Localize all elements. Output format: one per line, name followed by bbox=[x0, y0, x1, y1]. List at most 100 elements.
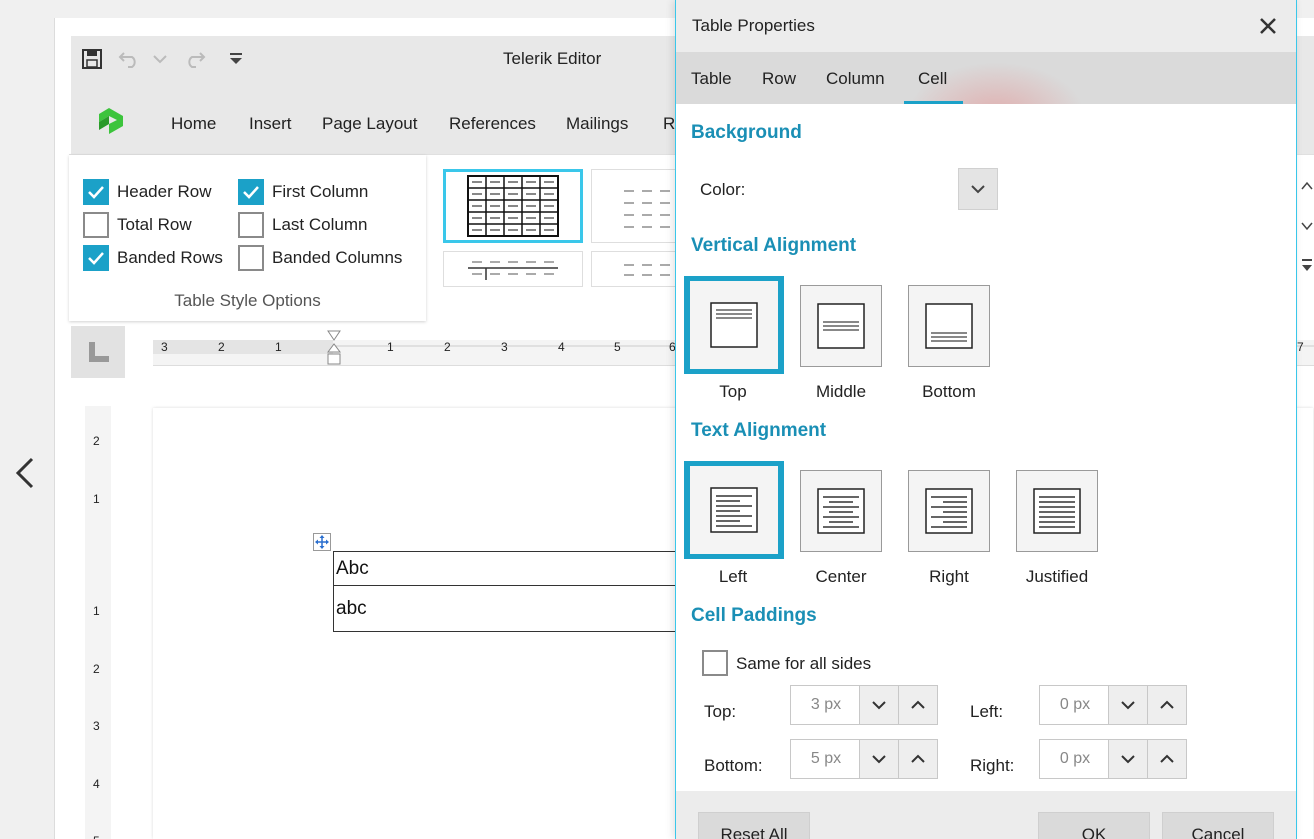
padding-right-label: Right: bbox=[970, 756, 1015, 775]
table-style-grid-thumb[interactable] bbox=[443, 169, 583, 243]
tab-table[interactable]: Table bbox=[691, 69, 732, 89]
padding-bottom-increment[interactable] bbox=[898, 739, 938, 779]
back-arrow-icon[interactable] bbox=[12, 455, 40, 491]
ruler-label: 1 bbox=[93, 604, 100, 618]
text-align-justified-caption: Justified bbox=[1025, 567, 1089, 586]
padding-right-increment[interactable] bbox=[1147, 739, 1187, 779]
ok-button[interactable]: OK bbox=[1038, 812, 1150, 839]
table-style-gallery bbox=[427, 155, 687, 321]
valign-bottom-icon bbox=[925, 303, 973, 349]
valign-bottom-caption: Bottom bbox=[922, 382, 976, 401]
text-align-center-button[interactable] bbox=[800, 470, 882, 552]
header-row-label: Header Row bbox=[117, 182, 212, 201]
color-dropdown[interactable] bbox=[958, 168, 998, 210]
ribbon-tab-page-layout[interactable]: Page Layout bbox=[322, 114, 417, 134]
chevron-down-icon[interactable] bbox=[147, 46, 173, 72]
dialog-title: Table Properties bbox=[692, 16, 815, 35]
scroll-down-icon bbox=[1301, 222, 1313, 231]
close-icon[interactable] bbox=[1256, 14, 1280, 38]
last-column-checkbox[interactable] bbox=[238, 212, 264, 238]
align-justified-icon bbox=[1033, 488, 1081, 534]
redo-icon[interactable] bbox=[181, 46, 207, 72]
text-align-left-button[interactable] bbox=[684, 461, 784, 559]
undo-icon[interactable] bbox=[117, 46, 143, 72]
ruler-label: 1 bbox=[93, 492, 100, 506]
banded-rows-checkbox[interactable] bbox=[83, 245, 109, 271]
valign-top-button[interactable] bbox=[684, 276, 784, 374]
ruler-label: 2 bbox=[444, 340, 451, 354]
ruler-label: 3 bbox=[93, 719, 100, 733]
vertical-alignment-section-title: Vertical Alignment bbox=[691, 235, 857, 256]
header-row-checkbox[interactable] bbox=[83, 179, 109, 205]
tab-column[interactable]: Column bbox=[826, 69, 885, 89]
same-for-all-sides-checkbox[interactable] bbox=[702, 650, 728, 676]
valign-middle-button[interactable] bbox=[800, 285, 882, 367]
customize-toolbar-icon[interactable] bbox=[223, 46, 249, 72]
last-column-option[interactable]: Last Column bbox=[238, 212, 367, 238]
table-move-icon[interactable] bbox=[313, 533, 331, 551]
padding-right-input[interactable]: 0 px bbox=[1039, 739, 1111, 779]
banded-columns-checkbox[interactable] bbox=[238, 245, 264, 271]
tab-stop-selector[interactable] bbox=[71, 326, 125, 378]
padding-left-decrement[interactable] bbox=[1108, 685, 1148, 725]
table-style-lines-thumb[interactable] bbox=[443, 251, 583, 287]
ruler-label: 2 bbox=[93, 434, 100, 448]
padding-bottom-decrement[interactable] bbox=[859, 739, 899, 779]
ribbon-tab-mailings[interactable]: Mailings bbox=[566, 114, 628, 134]
padding-top-increment[interactable] bbox=[898, 685, 938, 725]
vertical-ruler[interactable]: 2 1 1 2 3 4 5 bbox=[85, 406, 111, 839]
banded-columns-option[interactable]: Banded Columns bbox=[238, 245, 402, 271]
first-column-option[interactable]: First Column bbox=[238, 179, 368, 205]
ribbon-tab-insert[interactable]: Insert bbox=[249, 114, 292, 134]
app-title: Telerik Editor bbox=[503, 49, 602, 68]
color-label: Color: bbox=[700, 180, 746, 199]
header-row-option[interactable]: Header Row bbox=[83, 179, 212, 205]
chevron-down-icon bbox=[1121, 701, 1135, 710]
save-icon[interactable] bbox=[79, 46, 105, 72]
cancel-button[interactable]: Cancel bbox=[1162, 812, 1274, 839]
total-row-option[interactable]: Total Row bbox=[83, 212, 192, 238]
scroll-up-icon bbox=[1301, 181, 1313, 190]
chevron-up-icon bbox=[911, 700, 925, 709]
ribbon-tab-home[interactable]: Home bbox=[171, 114, 216, 134]
ruler-label: 5 bbox=[614, 340, 621, 354]
ruler-label: 2 bbox=[218, 340, 225, 354]
banded-rows-option[interactable]: Banded Rows bbox=[83, 245, 223, 271]
padding-top-label: Top: bbox=[704, 702, 737, 721]
ruler-label: 7 bbox=[1297, 340, 1304, 354]
cell-paddings-section-title: Cell Paddings bbox=[691, 605, 817, 626]
table-style-plain-thumb[interactable] bbox=[591, 169, 687, 243]
chevron-down-icon bbox=[872, 701, 886, 710]
table-style-minimal-thumb[interactable] bbox=[591, 251, 687, 287]
dialog-tab-bar: Table Row Column Cell bbox=[676, 52, 1296, 172]
padding-left-label: Left: bbox=[970, 702, 1004, 721]
padding-bottom-input[interactable]: 5 px bbox=[790, 739, 862, 779]
text-alignment-section-title: Text Alignment bbox=[691, 420, 827, 441]
padding-left-increment[interactable] bbox=[1147, 685, 1187, 725]
padding-top-input[interactable]: 3 px bbox=[790, 685, 862, 725]
text-align-right-button[interactable] bbox=[908, 470, 990, 552]
valign-middle-caption: Middle bbox=[815, 382, 867, 401]
first-column-checkbox[interactable] bbox=[238, 179, 264, 205]
padding-top-decrement[interactable] bbox=[859, 685, 899, 725]
valign-bottom-button[interactable] bbox=[908, 285, 990, 367]
gallery-scrollbar[interactable] bbox=[1299, 155, 1314, 325]
ruler-indent-marker[interactable] bbox=[327, 330, 341, 366]
padding-right-decrement[interactable] bbox=[1108, 739, 1148, 779]
reset-all-button[interactable]: Reset All bbox=[698, 812, 810, 839]
dialog-header: Table Properties bbox=[676, 0, 1296, 52]
tab-cell[interactable]: Cell bbox=[918, 69, 947, 89]
cell-properties-panel: Background Color: Vertical Alignment Top… bbox=[678, 104, 1294, 791]
text-align-justified-button[interactable] bbox=[1016, 470, 1098, 552]
align-right-icon bbox=[925, 488, 973, 534]
padding-left-input[interactable]: 0 px bbox=[1039, 685, 1111, 725]
chevron-down-icon bbox=[971, 185, 985, 194]
chevron-up-icon bbox=[911, 754, 925, 763]
text-align-left-caption: Left bbox=[718, 567, 748, 586]
same-for-all-sides-label: Same for all sides bbox=[736, 654, 872, 673]
table-properties-dialog: Table Properties Table Row Column Cell B… bbox=[675, 0, 1297, 839]
ribbon-tab-references[interactable]: References bbox=[449, 114, 536, 134]
total-row-checkbox[interactable] bbox=[83, 212, 109, 238]
ruler-label: 3 bbox=[161, 340, 168, 354]
tab-row[interactable]: Row bbox=[762, 69, 796, 89]
